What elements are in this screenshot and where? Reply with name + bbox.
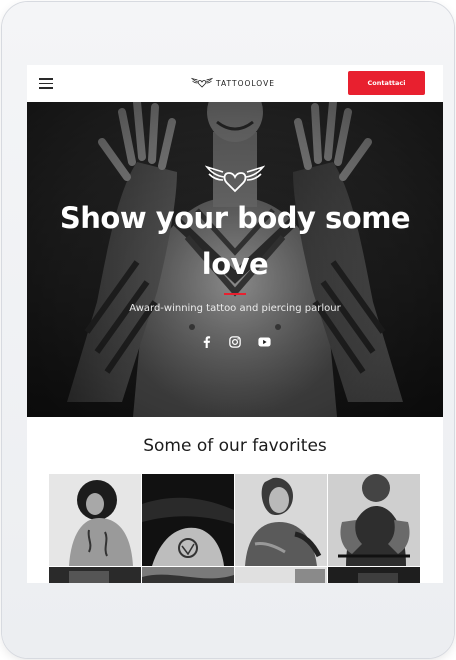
logo-text: TATTOOLOVE — [216, 78, 275, 88]
facebook-icon[interactable] — [199, 335, 213, 349]
winged-heart-icon — [191, 77, 213, 88]
site-header: TATTOOLOVE Contattaci — [27, 65, 443, 102]
site-logo[interactable]: TATTOOLOVE — [191, 76, 275, 90]
hero-title: Show your body some love — [59, 201, 411, 281]
screen: TATTOOLOVE Contattaci Show your body som… — [27, 65, 443, 583]
photo-tattoo-8[interactable] — [328, 567, 420, 583]
social-links — [199, 335, 271, 349]
hero-section: Show your body some love Award-winning t… — [27, 102, 443, 417]
instagram-icon[interactable] — [228, 335, 242, 349]
photo-tattoo-5[interactable] — [49, 567, 141, 583]
photo-woman-back-tattoo[interactable] — [49, 474, 141, 566]
winged-heart-icon — [205, 165, 265, 193]
photo-man-sleeve-tattoos[interactable] — [328, 474, 420, 566]
photo-tattoo-6[interactable] — [142, 567, 234, 583]
hamburger-menu-icon[interactable] — [39, 78, 53, 89]
contact-button[interactable]: Contattaci — [348, 71, 425, 95]
photo-woman-arm-tattoos[interactable] — [235, 474, 327, 566]
tablet-frame: TATTOOLOVE Contattaci Show your body som… — [2, 2, 454, 658]
photo-thigh-tattoo[interactable] — [142, 474, 234, 566]
hero-subtitle: Award-winning tattoo and piercing parlou… — [129, 303, 341, 314]
photo-tattoo-7[interactable] — [235, 567, 327, 583]
favorites-title: Some of our favorites — [143, 436, 327, 456]
youtube-icon[interactable] — [257, 335, 271, 349]
hero-divider — [224, 293, 246, 295]
